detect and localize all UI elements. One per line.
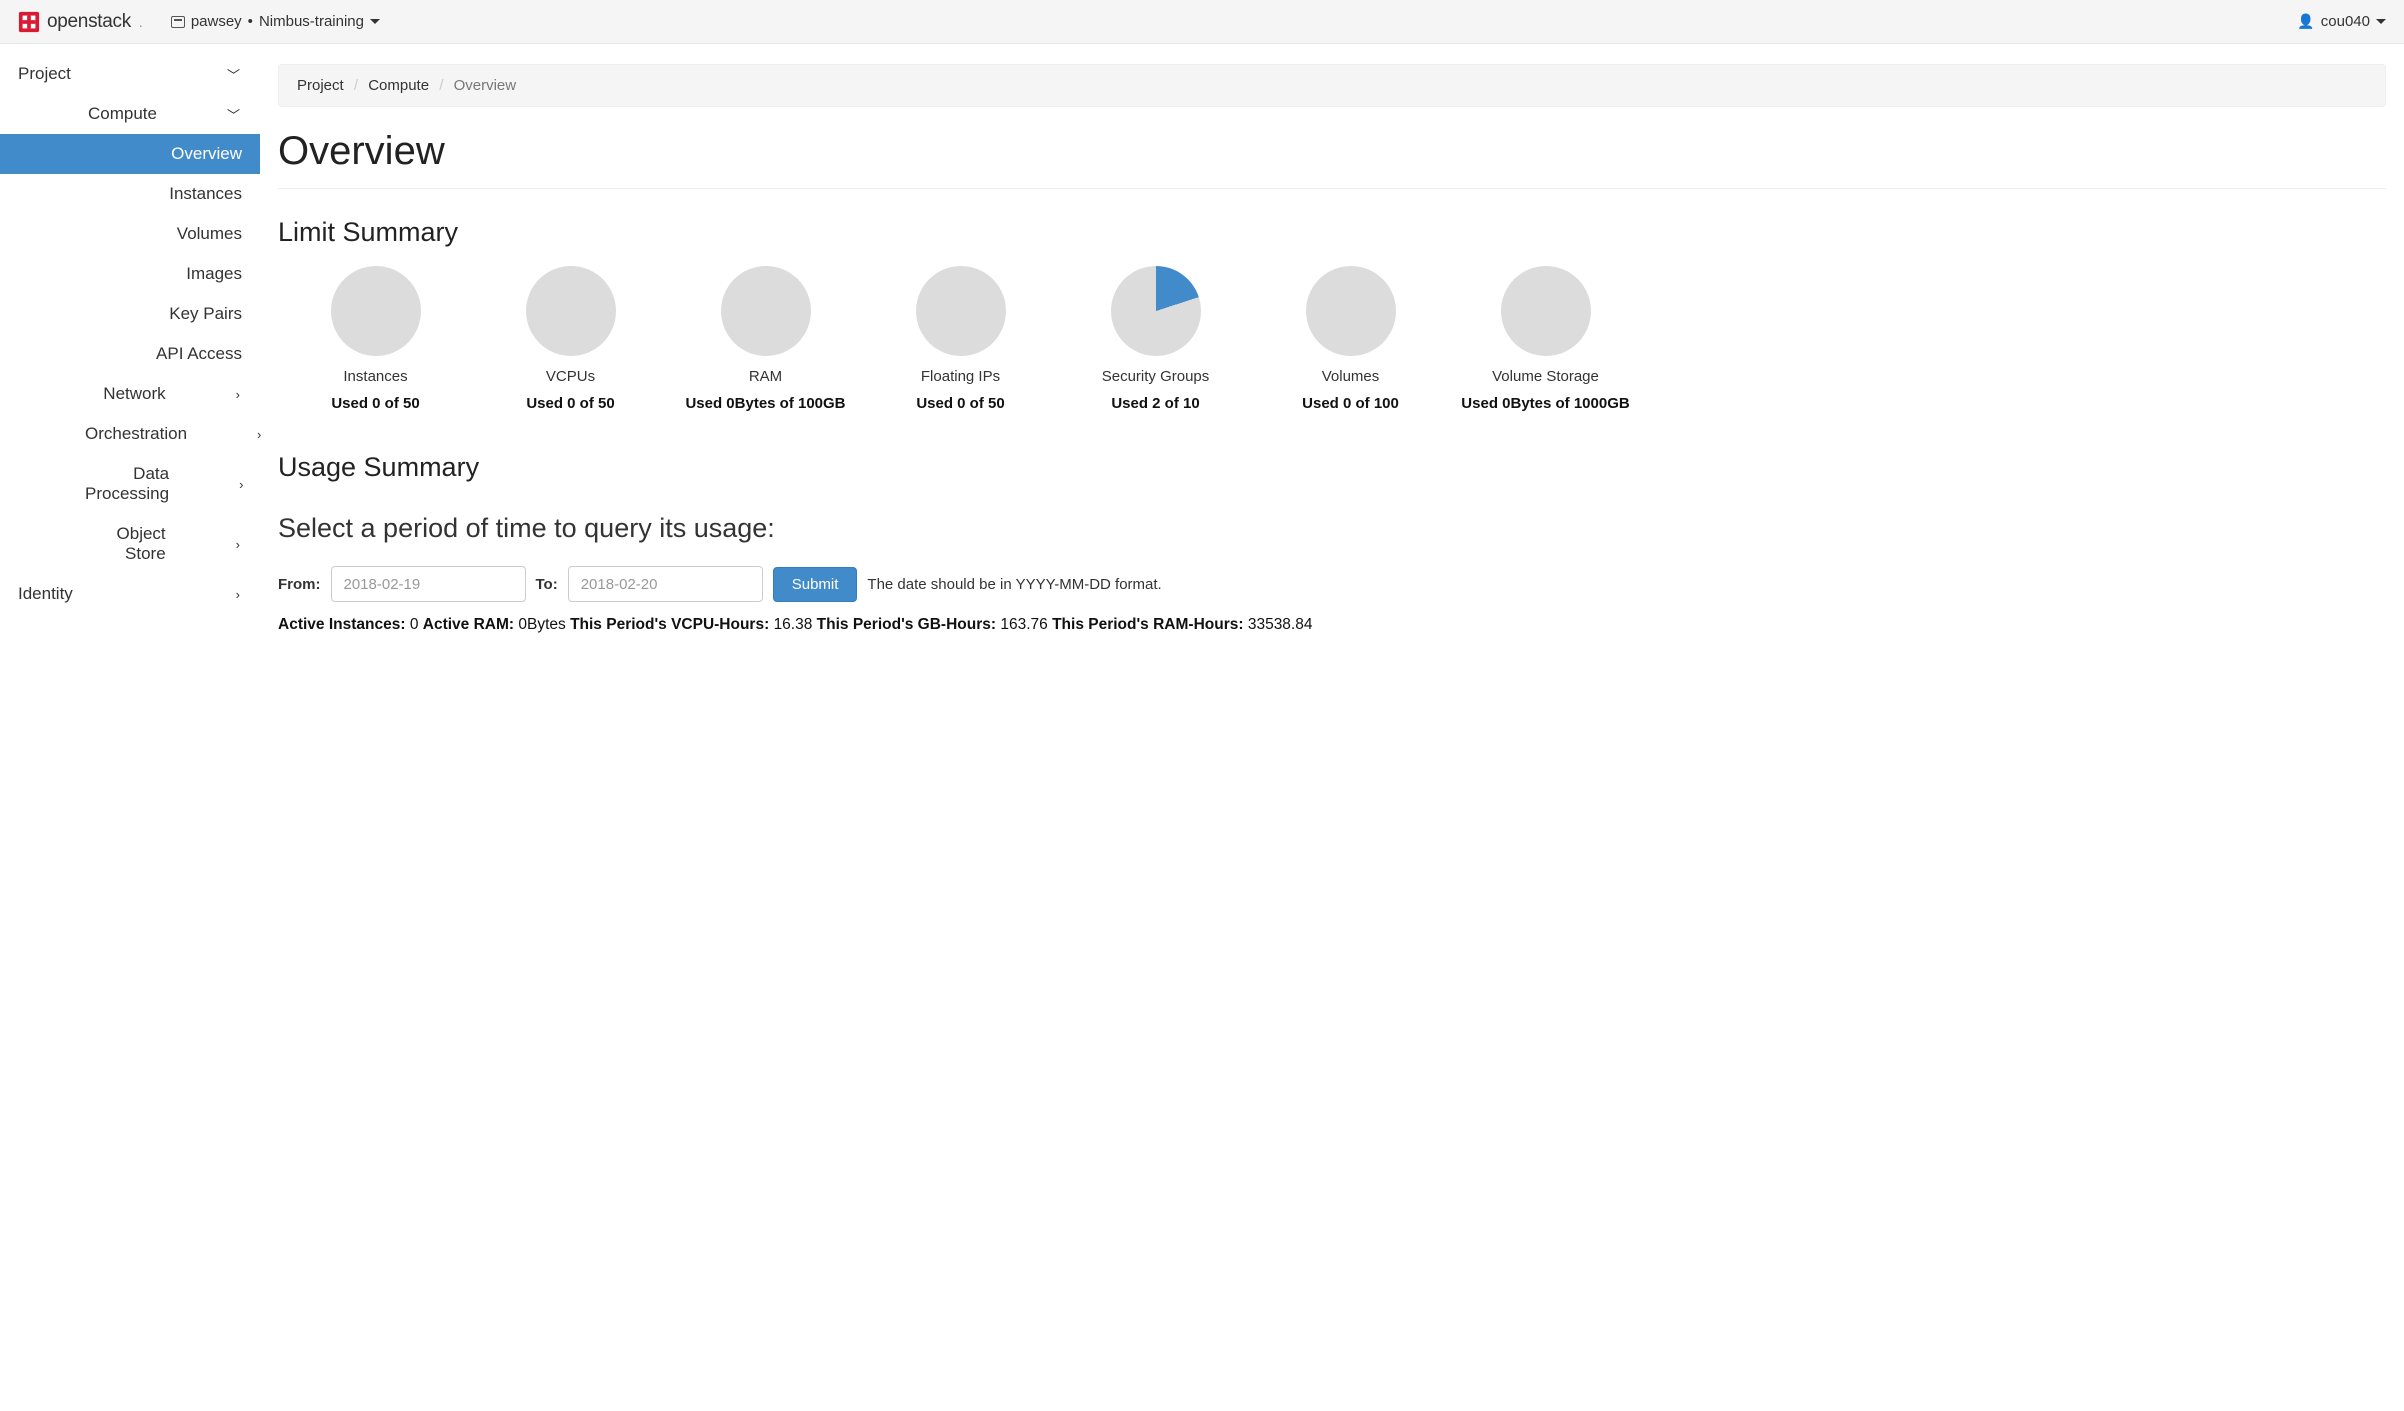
limit-usage: Used 0 of 50 bbox=[473, 395, 668, 412]
from-input[interactable] bbox=[331, 566, 526, 602]
limit-usage: Used 2 of 10 bbox=[1058, 395, 1253, 412]
nav-key-pairs[interactable]: Key Pairs bbox=[0, 294, 260, 334]
to-label: To: bbox=[536, 576, 558, 593]
usage-pie-icon bbox=[721, 266, 811, 356]
nav-project[interactable]: Project ﹀ bbox=[0, 54, 260, 94]
limit-label: Floating IPs bbox=[863, 368, 1058, 385]
caret-down-icon bbox=[370, 19, 380, 24]
nav-network[interactable]: Network › bbox=[0, 374, 260, 414]
limit-label: VCPUs bbox=[473, 368, 668, 385]
limit-item: Instances Used 0 of 50 bbox=[278, 266, 473, 412]
limit-label: Volume Storage bbox=[1448, 368, 1643, 385]
project-name: Nimbus-training bbox=[259, 13, 364, 30]
org-name: pawsey bbox=[191, 13, 242, 30]
user-menu[interactable]: 👤 cou040 bbox=[2297, 13, 2386, 30]
caret-down-icon bbox=[2376, 19, 2386, 24]
crumb-compute[interactable]: Compute bbox=[368, 77, 429, 94]
sidebar: Project ﹀ Compute ﹀ Overview Instances V… bbox=[0, 44, 260, 654]
limit-usage: Used 0 of 100 bbox=[1253, 395, 1448, 412]
limit-usage: Used 0 of 50 bbox=[863, 395, 1058, 412]
limit-label: Volumes bbox=[1253, 368, 1448, 385]
limit-label: RAM bbox=[668, 368, 863, 385]
limit-item: VCPUs Used 0 of 50 bbox=[473, 266, 668, 412]
limit-usage: Used 0Bytes of 1000GB bbox=[1448, 395, 1643, 412]
nav-api-access[interactable]: API Access bbox=[0, 334, 260, 374]
chevron-down-icon: ﹀ bbox=[227, 65, 240, 84]
usage-pie-icon bbox=[526, 266, 616, 356]
query-title: Select a period of time to query its usa… bbox=[278, 513, 2386, 544]
active-instances-label: Active Instances: bbox=[278, 616, 406, 633]
topbar: openstack. pawsey • Nimbus-training 👤 co… bbox=[0, 0, 2404, 44]
date-hint: The date should be in YYYY-MM-DD format. bbox=[867, 576, 1161, 593]
limit-label: Security Groups bbox=[1058, 368, 1253, 385]
limit-usage: Used 0Bytes of 100GB bbox=[668, 395, 863, 412]
brand-logo[interactable]: openstack. bbox=[18, 11, 143, 33]
usage-pie-icon bbox=[1306, 266, 1396, 356]
vcpu-hours-label: This Period's VCPU-Hours: bbox=[570, 616, 769, 633]
project-picker[interactable]: pawsey • Nimbus-training bbox=[171, 13, 380, 30]
nav-overview[interactable]: Overview bbox=[0, 134, 260, 174]
to-input[interactable] bbox=[568, 566, 763, 602]
nav-compute[interactable]: Compute ﹀ bbox=[0, 94, 260, 134]
chevron-right-icon: › bbox=[236, 537, 240, 552]
limit-item: Volume Storage Used 0Bytes of 1000GB bbox=[1448, 266, 1643, 412]
from-label: From: bbox=[278, 576, 321, 593]
crumb-current: Overview bbox=[454, 77, 517, 94]
date-range-form: From: To: Submit The date should be in Y… bbox=[278, 566, 2386, 602]
nav-volumes[interactable]: Volumes bbox=[0, 214, 260, 254]
active-ram-label: Active RAM: bbox=[423, 616, 514, 633]
chevron-right-icon: › bbox=[236, 387, 240, 402]
usage-pie-icon bbox=[1501, 266, 1591, 356]
project-icon bbox=[171, 16, 185, 28]
usage-summary-title: Usage Summary bbox=[278, 452, 2386, 483]
limit-item: Floating IPs Used 0 of 50 bbox=[863, 266, 1058, 412]
limit-summary: InstancesUsed 0 of 50VCPUsUsed 0 of 50RA… bbox=[278, 266, 2386, 432]
active-instances-value: 0 bbox=[410, 616, 419, 633]
chevron-down-icon: ﹀ bbox=[227, 105, 240, 124]
active-ram-value: 0Bytes bbox=[518, 616, 565, 633]
ram-hours-value: 33538.84 bbox=[1248, 616, 1313, 633]
crumb-project[interactable]: Project bbox=[297, 77, 344, 94]
brand-dot: . bbox=[139, 14, 143, 30]
nav-images[interactable]: Images bbox=[0, 254, 260, 294]
limit-usage: Used 0 of 50 bbox=[278, 395, 473, 412]
page-title: Overview bbox=[278, 129, 2386, 174]
limit-item: Volumes Used 0 of 100 bbox=[1253, 266, 1448, 412]
chevron-right-icon: › bbox=[236, 587, 240, 602]
chevron-right-icon: › bbox=[239, 477, 243, 492]
usage-pie-icon bbox=[1111, 266, 1201, 356]
picker-sep: • bbox=[248, 13, 253, 30]
divider bbox=[278, 188, 2386, 189]
breadcrumb: Project / Compute / Overview bbox=[278, 64, 2386, 107]
limit-item: Security Groups Used 2 of 10 bbox=[1058, 266, 1253, 412]
openstack-icon bbox=[18, 11, 40, 33]
gb-hours-label: This Period's GB-Hours: bbox=[817, 616, 996, 633]
nav-data-processing[interactable]: Data Processing › bbox=[0, 454, 260, 514]
limit-summary-title: Limit Summary bbox=[278, 217, 2386, 248]
submit-button[interactable]: Submit bbox=[773, 567, 858, 602]
username: cou040 bbox=[2321, 13, 2370, 30]
main-content: Project / Compute / Overview Overview Li… bbox=[260, 44, 2404, 654]
vcpu-hours-value: 16.38 bbox=[774, 616, 813, 633]
usage-pie-icon bbox=[916, 266, 1006, 356]
nav-identity[interactable]: Identity › bbox=[0, 574, 260, 614]
limit-item: RAM Used 0Bytes of 100GB bbox=[668, 266, 863, 412]
nav-instances[interactable]: Instances bbox=[0, 174, 260, 214]
brand-text: openstack bbox=[47, 11, 131, 33]
usage-stats: Active Instances: 0 Active RAM: 0Bytes T… bbox=[278, 616, 2386, 634]
ram-hours-label: This Period's RAM-Hours: bbox=[1052, 616, 1243, 633]
usage-pie-icon bbox=[331, 266, 421, 356]
gb-hours-value: 163.76 bbox=[1000, 616, 1047, 633]
limit-label: Instances bbox=[278, 368, 473, 385]
user-icon: 👤 bbox=[2297, 13, 2314, 30]
nav-object-store[interactable]: Object Store › bbox=[0, 514, 260, 574]
nav-orchestration[interactable]: Orchestration › bbox=[0, 414, 260, 454]
